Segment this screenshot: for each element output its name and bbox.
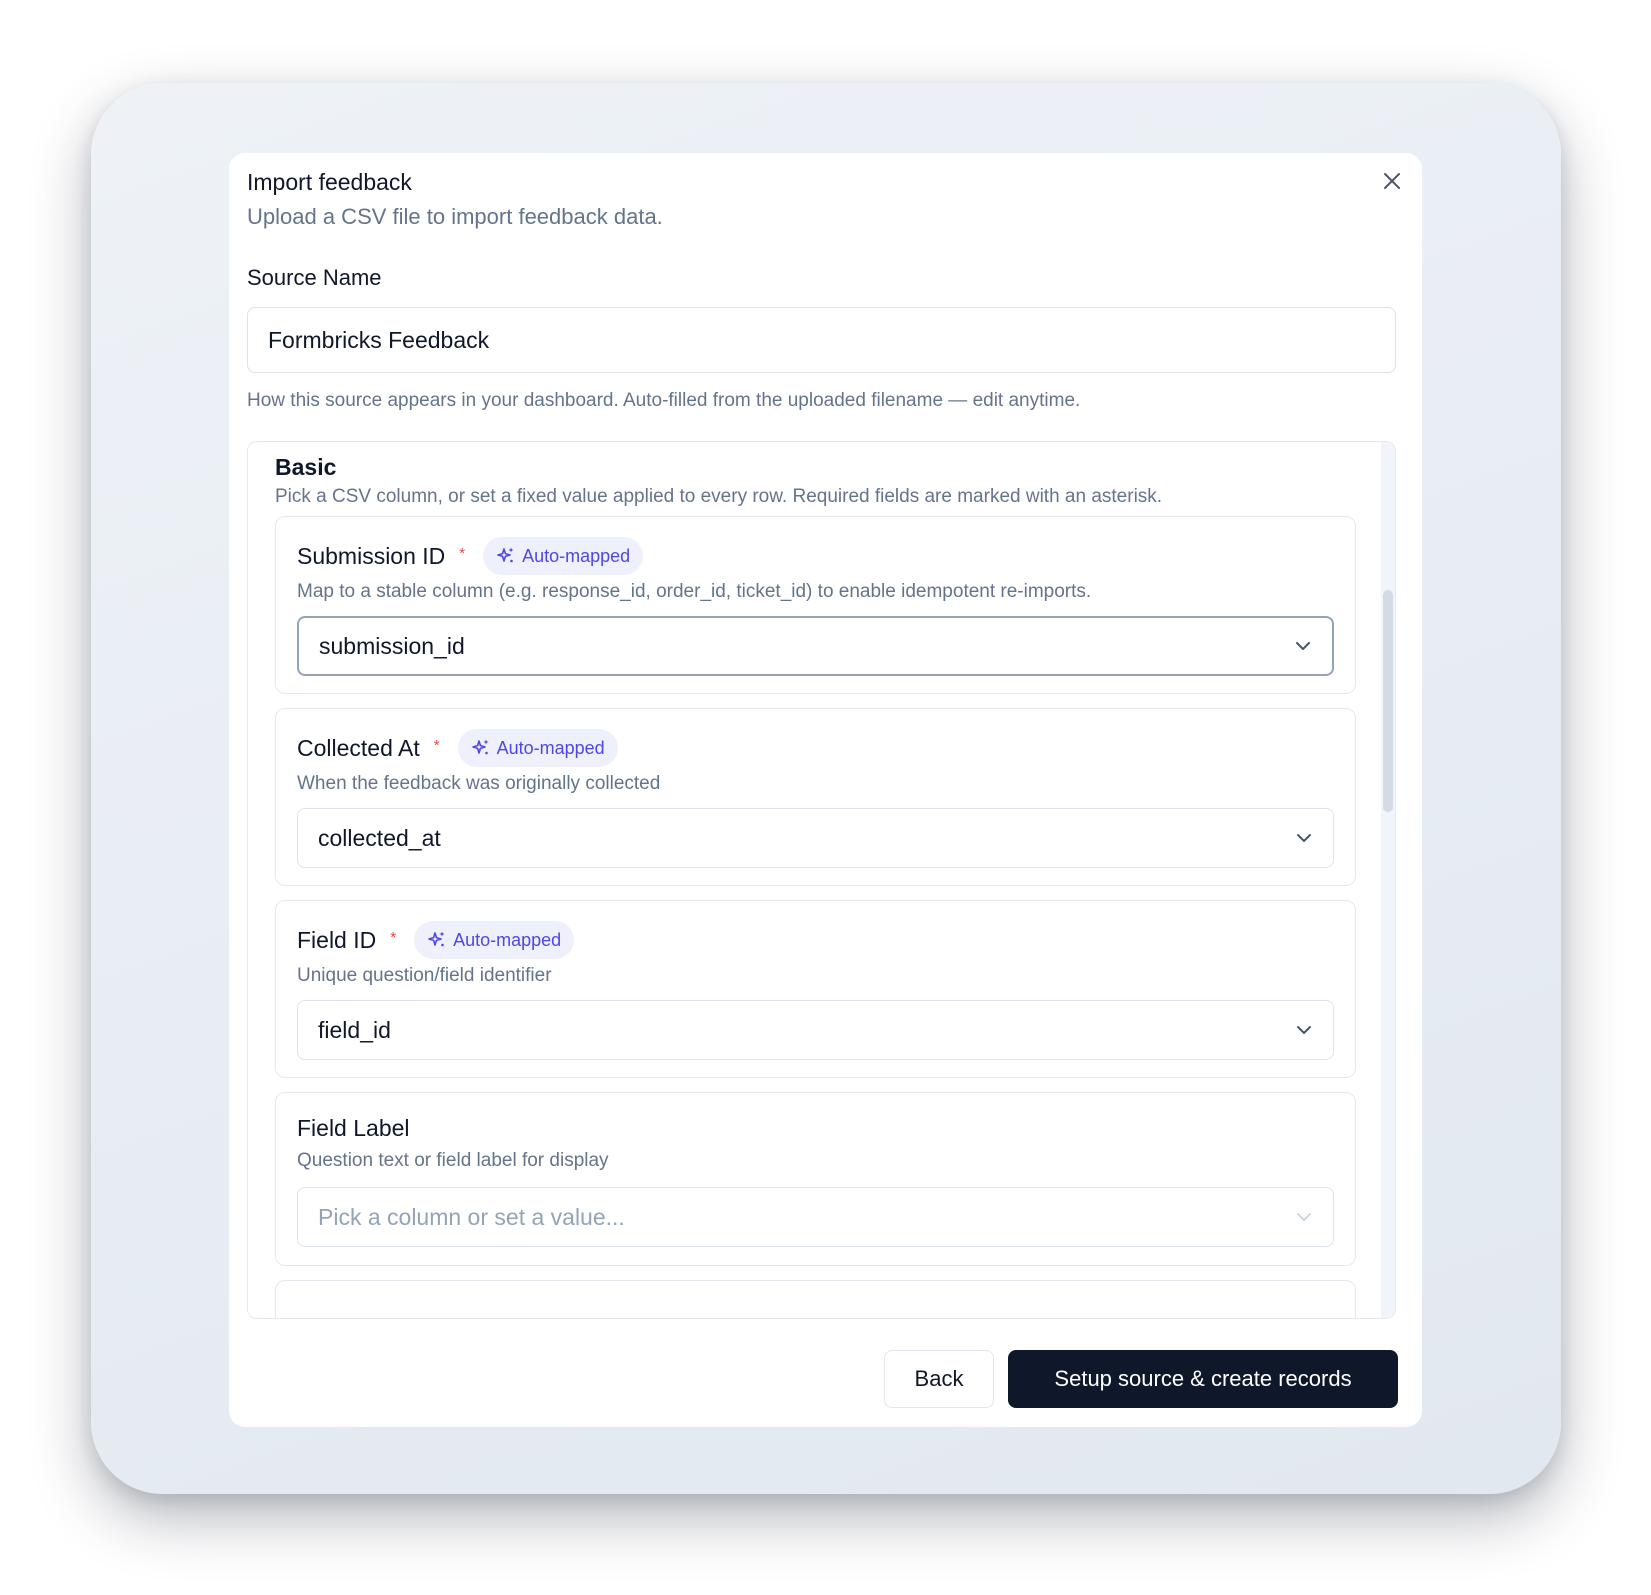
collected-at-select[interactable]: collected_at xyxy=(297,808,1334,868)
chevron-down-icon xyxy=(1297,1213,1311,1221)
select-value: submission_id xyxy=(319,632,465,659)
field-label: Submission ID xyxy=(297,542,446,569)
field-card-submission-id: Submission ID * Auto-mapped Map to a sta… xyxy=(275,516,1356,694)
section-title: Basic xyxy=(275,454,337,480)
source-name-help: How this source appears in your dashboar… xyxy=(247,390,1081,411)
chevron-down-icon xyxy=(1297,834,1311,842)
mapping-scroll-area[interactable]: Basic Pick a CSV column, or set a fixed … xyxy=(247,441,1396,1319)
auto-mapped-badge: Auto-mapped xyxy=(457,729,618,767)
select-value: field_id xyxy=(318,1016,391,1043)
section-description: Pick a CSV column, or set a fixed value … xyxy=(275,486,1163,507)
auto-mapped-label: Auto-mapped xyxy=(496,737,605,758)
submission-id-select[interactable]: submission_id xyxy=(297,616,1334,676)
scrollbar-track[interactable] xyxy=(1381,442,1395,1318)
auto-mapped-label: Auto-mapped xyxy=(453,929,562,950)
close-icon xyxy=(1384,173,1400,189)
sparkles-icon xyxy=(497,547,514,563)
required-asterisk: * xyxy=(459,544,466,562)
chevron-down-icon xyxy=(1296,642,1310,650)
field-card-field-id: Field ID * Auto-mapped Unique question/f… xyxy=(275,900,1356,1078)
close-button[interactable] xyxy=(1377,166,1407,196)
field-label: Collected At xyxy=(297,734,420,761)
field-label: Field Label xyxy=(297,1114,410,1141)
import-feedback-dialog: Import feedback Upload a CSV file to imp… xyxy=(229,153,1422,1427)
select-value: collected_at xyxy=(318,824,441,851)
back-button[interactable]: Back xyxy=(884,1350,994,1408)
dialog-title: Import feedback xyxy=(247,169,412,195)
field-id-select[interactable]: field_id xyxy=(297,1000,1334,1060)
field-description: When the feedback was originally collect… xyxy=(297,773,661,794)
auto-mapped-badge: Auto-mapped xyxy=(483,537,644,575)
chevron-down-icon xyxy=(1297,1026,1311,1034)
setup-source-button[interactable]: Setup source & create records xyxy=(1008,1350,1398,1408)
required-asterisk: * xyxy=(433,736,440,754)
auto-mapped-badge: Auto-mapped xyxy=(414,921,575,959)
sparkles-icon xyxy=(428,931,445,947)
source-name-input[interactable] xyxy=(247,307,1396,373)
select-placeholder: Pick a column or set a value... xyxy=(318,1203,625,1230)
source-name-label: Source Name xyxy=(247,265,382,290)
field-description: Map to a stable column (e.g. response_id… xyxy=(297,581,1092,602)
field-card-field-label: Field Label Question text or field label… xyxy=(275,1092,1356,1266)
dialog-subtitle: Upload a CSV file to import feedback dat… xyxy=(247,204,663,229)
scrollbar-thumb[interactable] xyxy=(1383,590,1393,812)
field-description: Unique question/field identifier xyxy=(297,965,552,986)
auto-mapped-label: Auto-mapped xyxy=(522,545,631,566)
field-label: Field ID xyxy=(297,926,377,953)
field-card-collected-at: Collected At * Auto-mapped When the feed… xyxy=(275,708,1356,886)
sparkles-icon xyxy=(471,739,489,755)
field-label-select[interactable]: Pick a column or set a value... xyxy=(297,1187,1334,1247)
field-card-next xyxy=(275,1280,1356,1318)
field-description: Question text or field label for display xyxy=(297,1150,609,1171)
required-asterisk: * xyxy=(390,928,397,946)
